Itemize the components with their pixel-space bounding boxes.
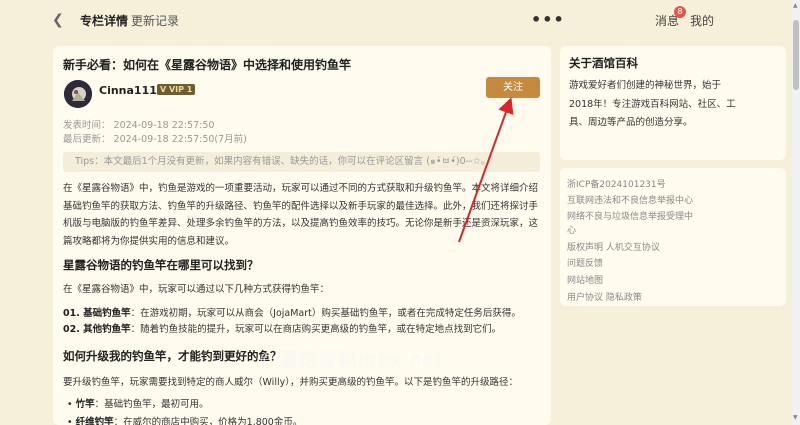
where-intro-text: 在《星露谷物语》中，玩家可以通过以下几种方式获得钓鱼竿：	[63, 284, 330, 295]
list-item-label: 竹竿	[75, 399, 95, 410]
list-item-text: ：随着钓鱼技能的提升，玩家可以在商店购买更高级的钓鱼竿，或在特定地点找到它们。	[130, 324, 502, 335]
upgrade-intro-text: 要升级钓鱼竿，玩家需要找到特定的商人威尔（Willy），并购买更高级的钓鱼竿。以…	[63, 377, 518, 388]
list-item-fiberglass-rod: • 纤维钓竿：在威尔的商店中购买，价格为1,800金币。	[67, 414, 302, 425]
site-watermark: ©酒馆百科jgbk.net	[258, 349, 444, 371]
about-description: 游戏爱好者们创建的神秘世界，始于2018年！专注游戏百科网站、社区、工具、周边等…	[569, 80, 736, 128]
list-item-basic-rod: 01. 基础钓鱼竿：在游戏初期，玩家可以从商会（JojaMart）购买基础钓鱼竿…	[63, 305, 521, 319]
last-updated-time: 最后更新： 2024-09-18 22:57:50(7月前)	[63, 134, 247, 145]
footer-links-card: 浙ICP备2024101231号 互联网违法和不良信息举报中心 网络不良与垃圾信…	[560, 168, 786, 306]
tab-column-detail[interactable]: 专栏详情	[80, 12, 128, 29]
vip-badge: V VIP 1	[157, 84, 195, 95]
list-item-label: 01. 基础钓鱼竿	[63, 308, 131, 319]
feedback-link[interactable]: 问题反馈	[567, 256, 603, 269]
about-card: 关于酒馆百科 游戏爱好者们创建的神秘世界，始于2018年！专注游戏百科网站、社区…	[560, 46, 786, 160]
about-title: 关于酒馆百科	[569, 56, 638, 70]
spam-report-link[interactable]: 网络不良与垃圾信息举报受理中	[567, 209, 693, 222]
copyright-agreement-links[interactable]: 版权声明 人机交互协议	[567, 240, 660, 253]
list-item-text: ：在威尔的商店中购买，价格为1,800金币。	[113, 417, 303, 425]
publish-time: 发表时间： 2024-09-18 22:57:50	[63, 120, 215, 131]
author-name[interactable]: Cinna1112	[99, 84, 165, 97]
top-bar: ❮ 专栏详情 更新记录 ••• 消息 8 我的	[0, 0, 800, 40]
heading-where-to-find: 星露谷物语的钓鱼竿在哪里可以找到？	[63, 258, 259, 272]
list-item-other-rods: 02. 其他钓鱼竿：随着钓鱼技能的提升，玩家可以在商店购买更高级的钓鱼竿，或在特…	[63, 321, 501, 335]
article-card: 新手必看：如何在《星露谷物语》中选择和使用钓鱼竿 Cinna1112 V VIP…	[53, 46, 551, 425]
page-scrollbar[interactable]: ▲ ▼	[792, 0, 800, 425]
list-item-label: 02. 其他钓鱼竿	[63, 324, 131, 335]
list-item-label: 纤维钓竿	[75, 417, 114, 425]
back-arrow-icon[interactable]: ❮	[52, 12, 66, 28]
sitemap-link[interactable]: 网站地图	[567, 273, 603, 286]
spam-report-link-wrap[interactable]: 心	[567, 223, 576, 236]
avatar-image	[64, 80, 92, 108]
tips-notice: Tips：本文最后1个月没有更新，如果内容有错误、缺失的话，你可以在评论区留言 …	[63, 152, 540, 172]
article-title: 新手必看：如何在《星露谷物语》中选择和使用钓鱼竿	[63, 58, 352, 72]
user-privacy-links[interactable]: 用户协议 隐私政策	[567, 290, 642, 303]
messages-count-badge: 8	[674, 6, 686, 18]
more-options-icon[interactable]: •••	[531, 10, 565, 29]
author-avatar[interactable]	[64, 80, 92, 108]
scroll-up-icon[interactable]: ▲	[793, 2, 798, 9]
illegal-info-report-link[interactable]: 互联网违法和不良信息举报中心	[567, 193, 693, 206]
list-item-text: ：在游戏初期，玩家可以从商会（JojaMart）购买基础钓鱼竿，或者在完成特定任…	[130, 308, 521, 319]
scroll-down-icon[interactable]: ▼	[793, 414, 798, 421]
my-profile-link[interactable]: 我的	[690, 12, 714, 29]
scroll-thumb[interactable]	[793, 20, 799, 90]
intro-paragraph: 在《星露谷物语》中，钓鱼是游戏的一项重要活动，玩家可以通过不同的方式获取和升级钓…	[63, 183, 539, 247]
icp-link[interactable]: 浙ICP备2024101231号	[567, 177, 666, 190]
tab-update-history[interactable]: 更新记录	[131, 12, 179, 29]
list-item-text: ：基础钓鱼竿，最初可用。	[94, 399, 209, 410]
follow-button[interactable]: 关注	[486, 77, 540, 98]
heading-how-to-upgrade: 如何升级我的钓鱼竿，才能钓到更好的鱼？	[63, 349, 282, 363]
list-item-bamboo-pole: • 竹竿：基础钓鱼竿，最初可用。	[67, 399, 209, 410]
